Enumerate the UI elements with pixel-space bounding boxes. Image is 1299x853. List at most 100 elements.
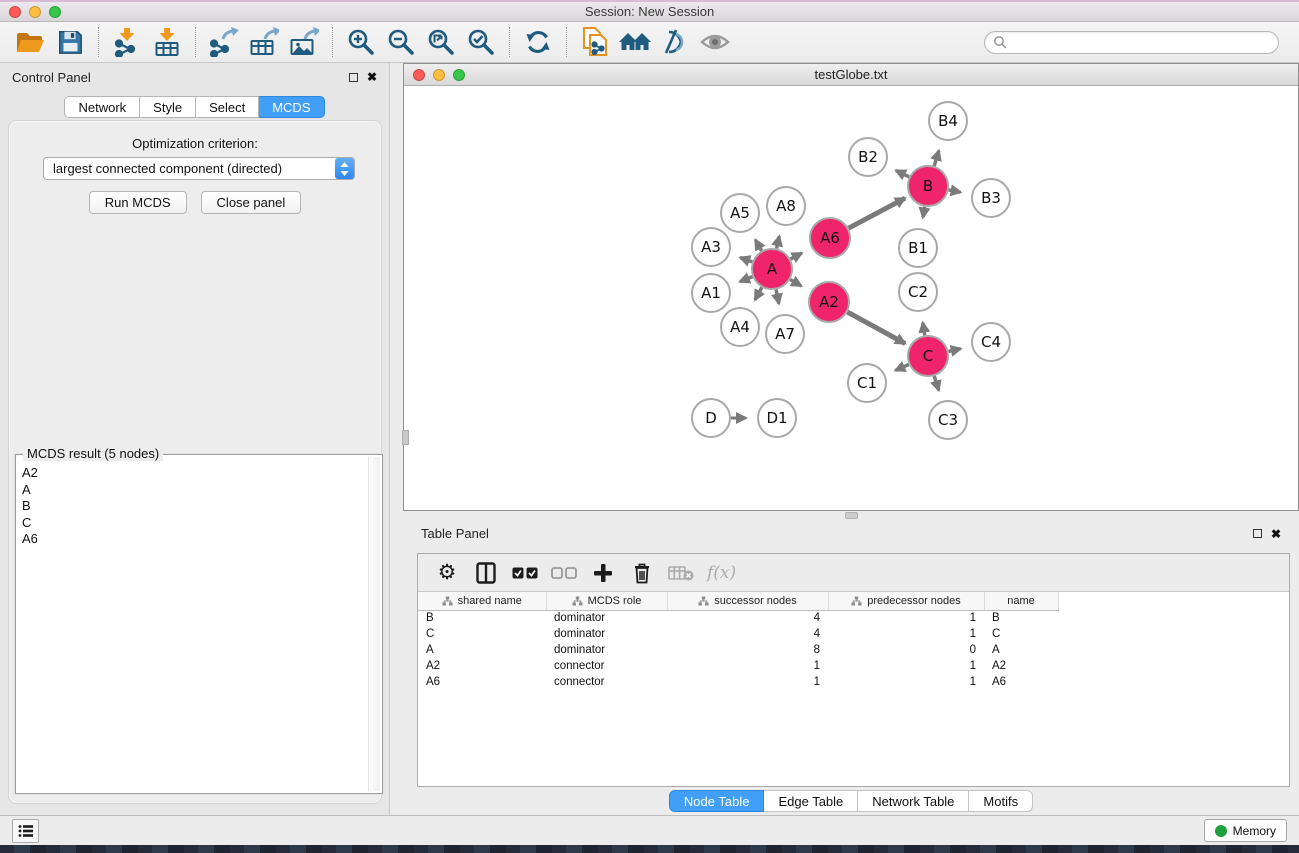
table-cell[interactable]: A	[984, 642, 1058, 658]
table-cell[interactable]: 8	[667, 642, 828, 658]
table-cell[interactable]: 4	[667, 626, 828, 642]
graph-node-A[interactable]: A	[752, 249, 792, 289]
network-canvas[interactable]: B4B2BB3A8A5A6A3B1AC2A1A2A4A7C4CC1DD1C3	[404, 86, 1298, 510]
export-network-icon[interactable]	[204, 25, 244, 59]
criterion-dropdown[interactable]: largest connected component (directed)	[43, 157, 355, 180]
refresh-icon[interactable]	[518, 25, 558, 59]
create-column-plus-icon[interactable]	[590, 559, 616, 587]
import-network-icon[interactable]	[107, 25, 147, 59]
mcds-result-item[interactable]: A	[18, 482, 368, 499]
table-cell[interactable]: dominator	[546, 610, 667, 626]
search-input[interactable]	[1012, 33, 1270, 51]
table-cell[interactable]: C	[984, 626, 1058, 642]
split-divider-handle[interactable]	[845, 512, 858, 519]
tab-edge-table[interactable]: Edge Table	[764, 790, 858, 812]
float-table-panel-icon[interactable]	[1253, 529, 1262, 538]
table-cell[interactable]: C	[418, 626, 546, 642]
tab-mcds[interactable]: MCDS	[259, 96, 324, 118]
eye-icon[interactable]	[695, 25, 735, 59]
graph-node-C[interactable]: C	[908, 336, 948, 376]
home-icon[interactable]	[615, 25, 655, 59]
open-file-icon[interactable]	[10, 25, 50, 59]
zoom-in-icon[interactable]	[341, 25, 381, 59]
table-cell[interactable]: dominator	[546, 642, 667, 658]
graph-node-D[interactable]: D	[692, 399, 730, 437]
column-header-predecessor-nodes[interactable]: predecessor nodes	[828, 592, 984, 610]
graph-node-A3[interactable]: A3	[692, 228, 730, 266]
graph-node-A2[interactable]: A2	[809, 282, 849, 322]
graph-node-B4[interactable]: B4	[929, 102, 967, 140]
mcds-result-item[interactable]: C	[18, 515, 368, 532]
tab-motifs[interactable]: Motifs	[969, 790, 1033, 812]
close-panel-icon[interactable]: ✖	[367, 72, 377, 82]
network-window-titlebar[interactable]: testGlobe.txt	[404, 64, 1298, 86]
mcds-result-scrollbar[interactable]	[368, 457, 380, 791]
table-row[interactable]: Bdominator41B	[418, 610, 1289, 626]
column-header-name[interactable]: name	[984, 592, 1058, 610]
table-cell[interactable]: 1	[828, 610, 984, 626]
tab-network[interactable]: Network	[64, 96, 140, 118]
graph-node-B3[interactable]: B3	[972, 179, 1010, 217]
tab-select[interactable]: Select	[196, 96, 259, 118]
close-table-panel-icon[interactable]: ✖	[1271, 529, 1281, 539]
graph-node-A1[interactable]: A1	[692, 274, 730, 312]
select-all-checkboxes-icon[interactable]	[512, 559, 538, 587]
graphics-details-icon[interactable]	[655, 25, 695, 59]
table-cell[interactable]: 0	[828, 642, 984, 658]
graph-node-B[interactable]: B	[908, 166, 948, 206]
graph-node-A5[interactable]: A5	[721, 194, 759, 232]
table-row[interactable]: Adominator80A	[418, 642, 1289, 658]
table-header-row[interactable]: shared nameMCDS rolesuccessor nodesprede…	[418, 592, 1289, 610]
memory-button[interactable]: Memory	[1204, 819, 1287, 842]
graph-node-A4[interactable]: A4	[721, 308, 759, 346]
show-columns-icon[interactable]	[473, 559, 499, 587]
table-cell[interactable]: 1	[667, 674, 828, 690]
float-panel-icon[interactable]	[349, 73, 358, 82]
table-cell[interactable]: 1	[828, 626, 984, 642]
task-history-button[interactable]	[12, 819, 39, 843]
graph-node-A7[interactable]: A7	[766, 315, 804, 353]
search-box[interactable]	[984, 31, 1279, 54]
tab-network-table[interactable]: Network Table	[858, 790, 969, 812]
export-table-icon[interactable]	[244, 25, 284, 59]
table-cell[interactable]: A	[418, 642, 546, 658]
import-table-icon[interactable]	[147, 25, 187, 59]
table-cell[interactable]: A2	[984, 658, 1058, 674]
table-cell[interactable]: connector	[546, 658, 667, 674]
tab-style[interactable]: Style	[140, 96, 196, 118]
table-cell[interactable]: A2	[418, 658, 546, 674]
zoom-selected-icon[interactable]	[461, 25, 501, 59]
column-header-MCDS-role[interactable]: MCDS role	[546, 592, 667, 610]
table-cell[interactable]: 1	[828, 674, 984, 690]
table-cell[interactable]: A6	[418, 674, 546, 690]
zoom-fit-icon[interactable]	[421, 25, 461, 59]
split-divider-handle[interactable]	[402, 430, 409, 445]
graph-node-C2[interactable]: C2	[899, 273, 937, 311]
table-cell[interactable]: 1	[828, 658, 984, 674]
table-cell[interactable]: 4	[667, 610, 828, 626]
save-session-icon[interactable]	[50, 25, 90, 59]
column-header-shared-name[interactable]: shared name	[418, 592, 546, 610]
table-settings-gear-icon[interactable]: ⚙	[434, 559, 460, 587]
table-cell[interactable]: dominator	[546, 626, 667, 642]
mcds-result-item[interactable]: B	[18, 498, 368, 515]
graph-node-B1[interactable]: B1	[899, 229, 937, 267]
table-cell[interactable]: B	[418, 610, 546, 626]
export-image-icon[interactable]	[284, 25, 324, 59]
table-cell[interactable]: 1	[667, 658, 828, 674]
table-cell[interactable]: connector	[546, 674, 667, 690]
column-header-successor-nodes[interactable]: successor nodes	[667, 592, 828, 610]
table-cell[interactable]: A6	[984, 674, 1058, 690]
table-row[interactable]: A2connector11A2	[418, 658, 1289, 674]
zoom-out-icon[interactable]	[381, 25, 421, 59]
run-mcds-button[interactable]: Run MCDS	[89, 191, 187, 214]
graph-node-C1[interactable]: C1	[848, 364, 886, 402]
tab-node-table[interactable]: Node Table	[669, 790, 765, 812]
graph-node-A6[interactable]: A6	[810, 218, 850, 258]
mcds-result-item[interactable]: A6	[18, 531, 368, 548]
table-row[interactable]: A6connector11A6	[418, 674, 1289, 690]
graph-node-D1[interactable]: D1	[758, 399, 796, 437]
deselect-all-checkboxes-icon[interactable]	[551, 559, 577, 587]
table-cell[interactable]: B	[984, 610, 1058, 626]
mcds-result-list[interactable]: A2ABCA6	[18, 465, 368, 791]
